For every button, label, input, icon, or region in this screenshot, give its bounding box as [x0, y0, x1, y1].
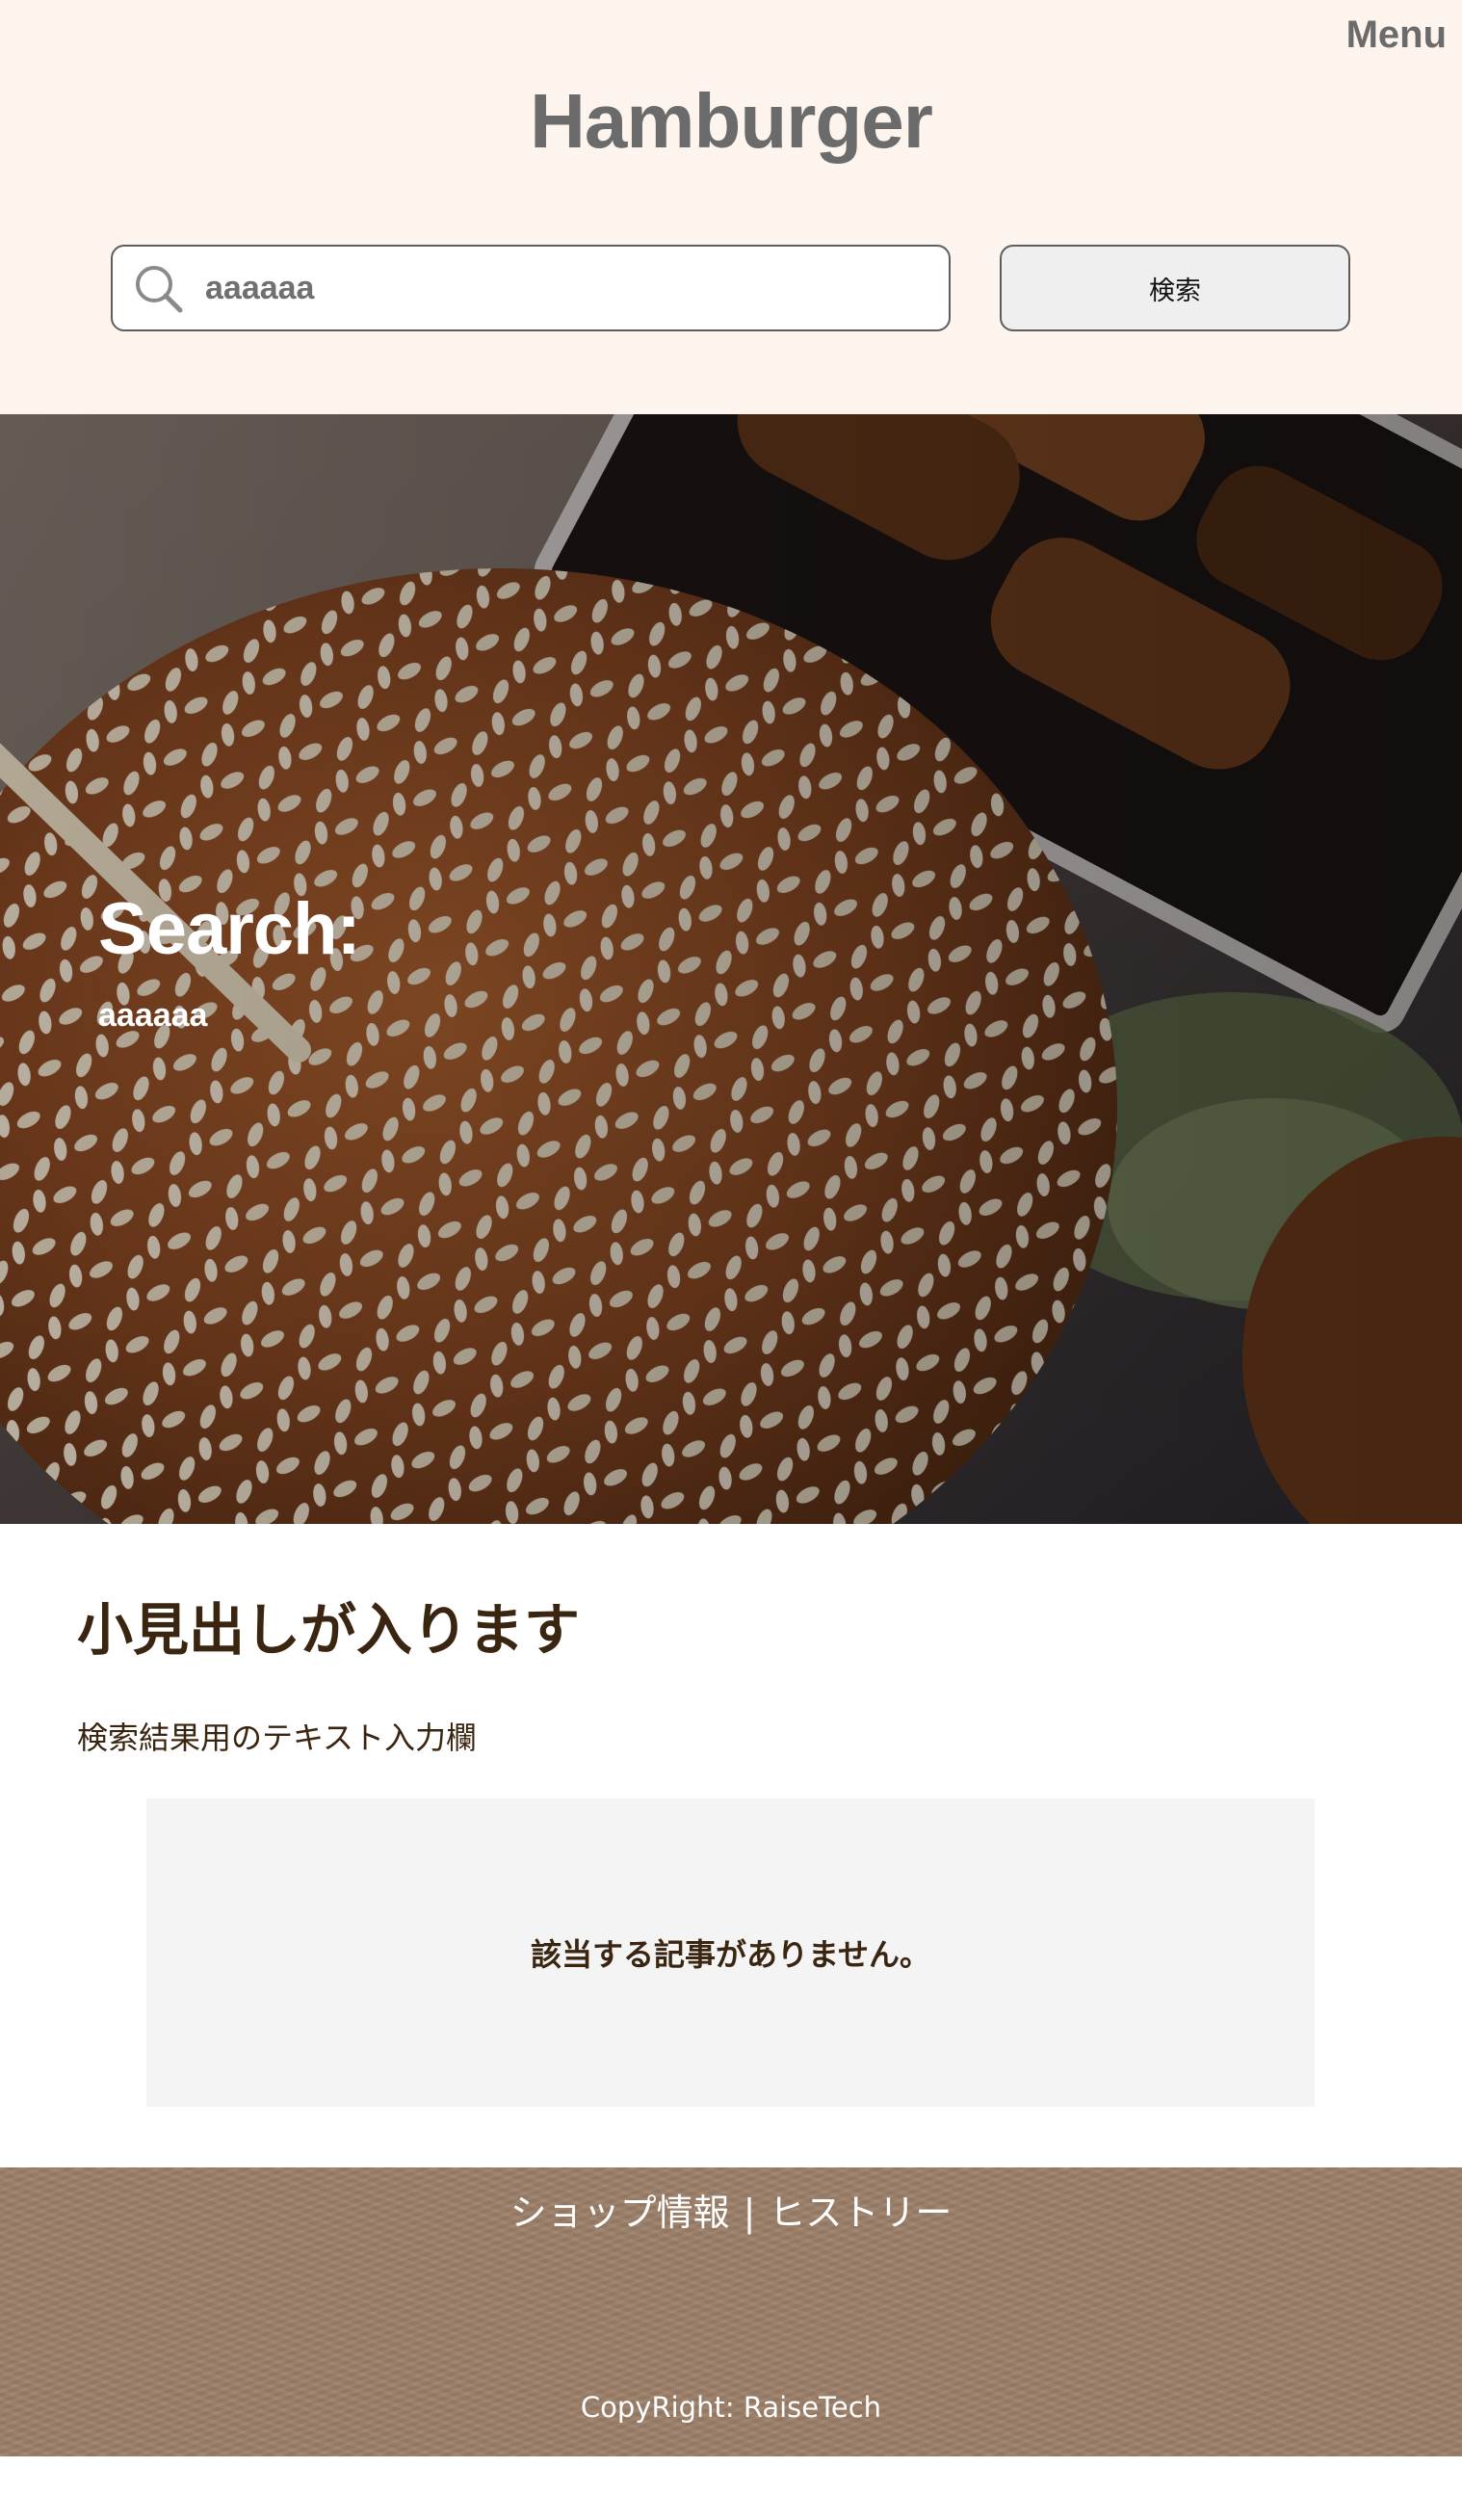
section-text: 検索結果用のテキスト入力欄 — [77, 1719, 478, 1756]
site-footer: ショップ情報 | ヒストリー CopyRight: RaiseTech — [0, 2167, 1462, 2456]
footer-nav: ショップ情報 | ヒストリー — [0, 2189, 1462, 2237]
site-title: Hamburger — [530, 78, 933, 164]
footer-link-history[interactable]: ヒストリー — [769, 2192, 952, 2234]
search-field[interactable] — [111, 245, 951, 331]
hero-heading: Search: — [98, 888, 361, 970]
search-button[interactable]: 検索 — [1000, 245, 1350, 331]
site-header: Menu Hamburger 検索 — [0, 0, 1462, 414]
section-subheading: 小見出しが入ります — [77, 1597, 581, 1663]
menu-button[interactable]: Menu — [1346, 13, 1447, 57]
no-results-box: 該当する記事がありません。 — [146, 1798, 1315, 2107]
search-input[interactable] — [205, 247, 918, 329]
copyright-text: CopyRight: RaiseTech — [580, 2391, 882, 2424]
footer-nav-separator: | — [743, 2192, 756, 2234]
footer-link-shop-info[interactable]: ショップ情報 — [510, 2192, 730, 2234]
hero-search-query: aaaaaa — [98, 997, 208, 1034]
hero-banner: Search: aaaaaa — [0, 414, 1462, 1524]
search-icon — [136, 266, 183, 313]
no-results-message: 該当する記事がありません。 — [530, 1936, 931, 1973]
